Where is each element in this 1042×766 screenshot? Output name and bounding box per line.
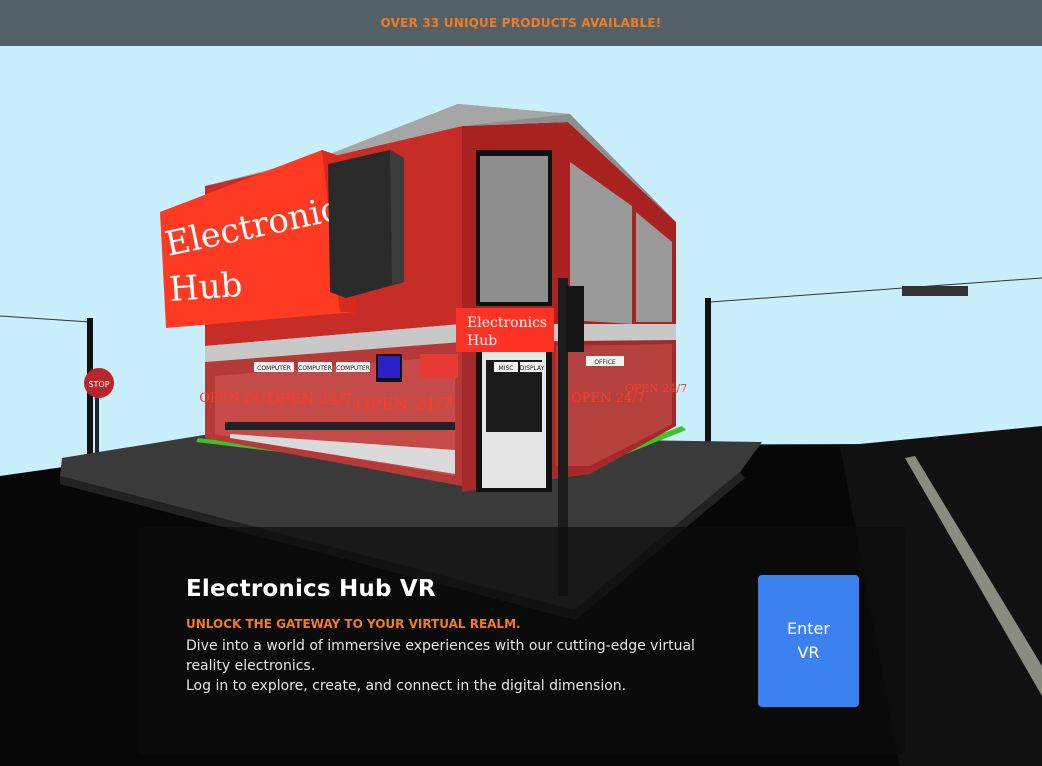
stop-sign-label: STOP [88,380,109,389]
window-open-text-2: OPEN 24/7 [268,390,353,408]
window-open-text-5: OPEN 24/7 [625,382,687,395]
shelf-label-6: OFFICE [594,359,616,366]
hero-description-login: Log in to explore, create, and connect i… [186,678,627,694]
banner-text: OVER 33 UNIQUE PRODUCTS AVAILABLE! [380,16,662,30]
hanging-sign-line-2: Hub [467,333,497,349]
shelf-label-5: DISPLAY [520,365,545,372]
shelf-label-1: COMPUTER [257,365,291,372]
store-sign-line-2: Hub [168,265,244,310]
enter-vr-button[interactable]: Enter VR [758,575,859,707]
announcement-banner: OVER 33 UNIQUE PRODUCTS AVAILABLE! [0,0,1042,46]
hero-description: Dive into a world of immersive experienc… [186,638,695,674]
hero-title: Electronics Hub VR [186,576,436,602]
window-open-text-3: OPEN 24/7 [356,395,452,415]
window-open-text-1: OPEN 24/7 [199,391,273,406]
shelf-label-3: COMPUTER [336,365,370,372]
hanging-sign-line-1: Electronics [467,315,547,331]
shelf-label-2: COMPUTER [298,365,332,372]
shelf-label-4: MISC [499,365,514,372]
hero-tagline: UNLOCK THE GATEWAY TO YOUR VIRTUAL REALM… [186,617,521,631]
